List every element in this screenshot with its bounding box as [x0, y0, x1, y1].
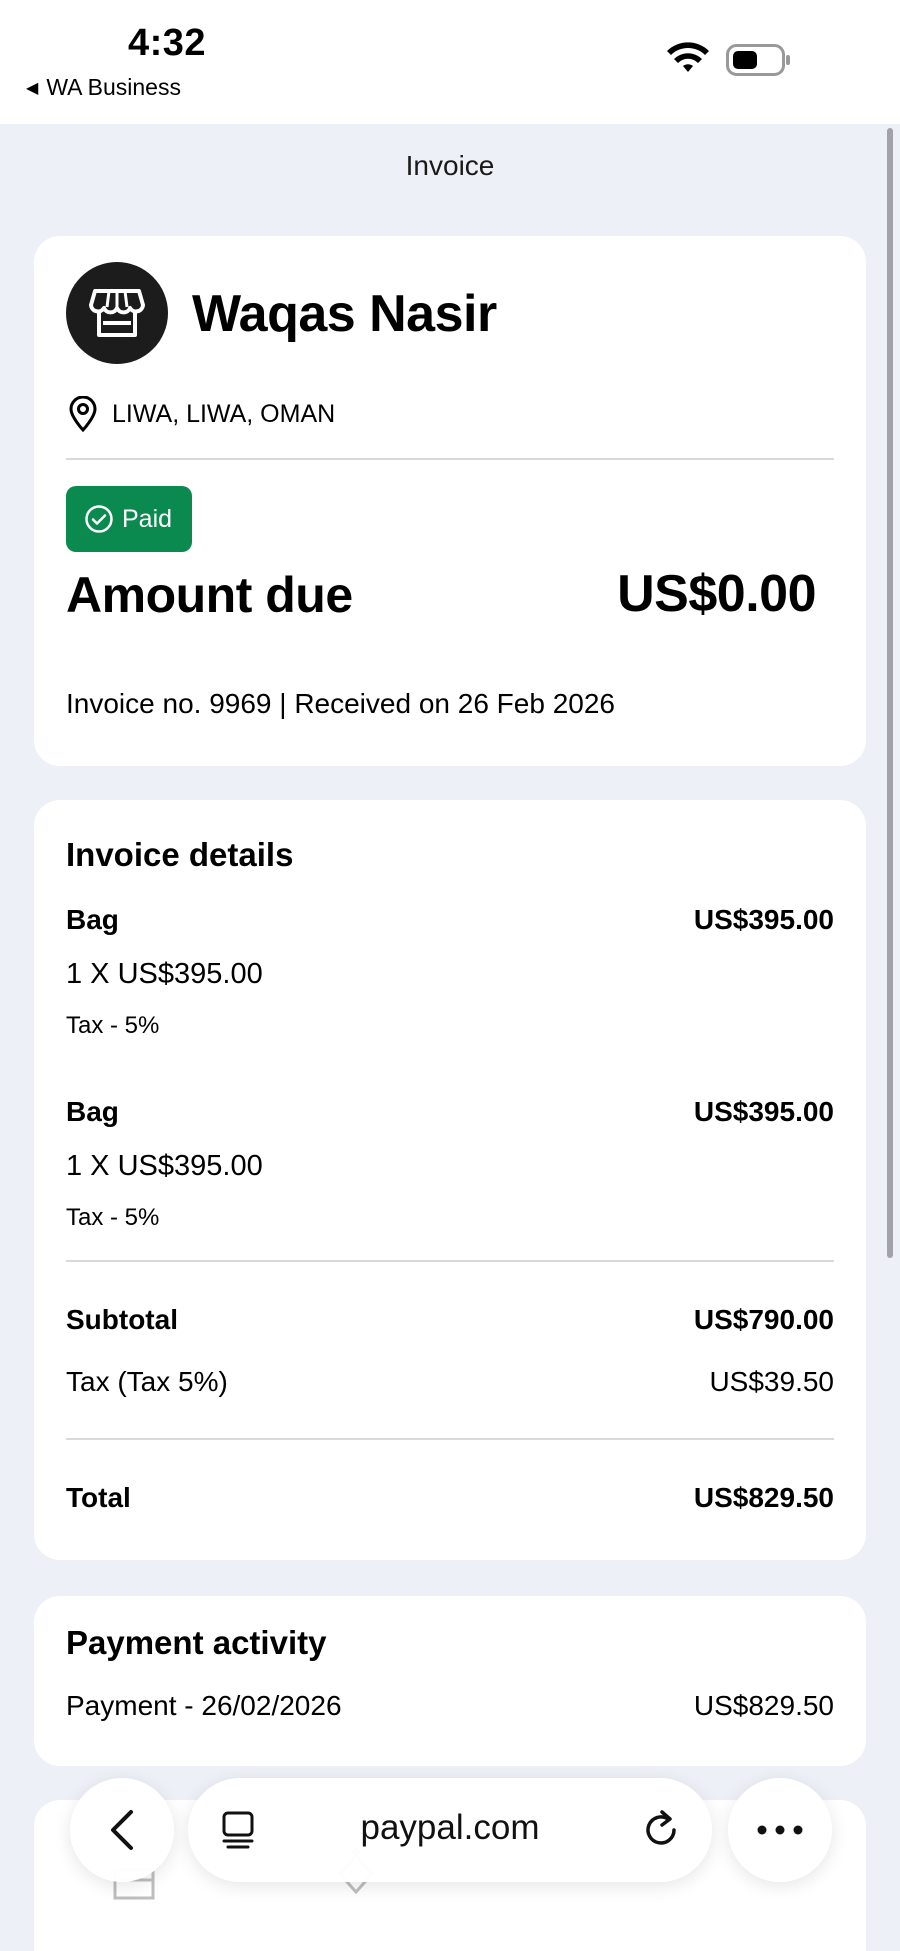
more-options-button[interactable] [728, 1778, 832, 1882]
merchant-location: LIWA, LIWA, OMAN [68, 396, 335, 432]
item-price: US$395.00 [693, 904, 834, 935]
item-name: Bag [66, 1096, 119, 1127]
subtotal-row: Subtotal US$790.00 [66, 1304, 834, 1336]
page-title: Invoice [405, 150, 495, 181]
line-item: Bag US$395.00 [66, 1096, 834, 1128]
item-tax-row: Tax - 5% [66, 1012, 834, 1040]
line-item: Bag US$395.00 [66, 904, 834, 936]
browser-toolbar: paypal.com [0, 1762, 900, 1902]
tax-value: US$39.50 [709, 1366, 834, 1397]
item-tax: Tax - 5% [66, 1012, 160, 1039]
store-icon [89, 289, 145, 337]
battery-icon [726, 44, 790, 76]
chevron-left-icon [111, 1810, 133, 1850]
payment-activity-card: Payment activity Payment - 26/02/2026 US… [34, 1596, 866, 1766]
invoice-details-card: Invoice details Bag US$395.00 1 X US$395… [34, 800, 866, 1560]
merchant-name: Waqas Nasir [192, 285, 497, 343]
reload-icon[interactable] [642, 1808, 682, 1850]
back-app-label: WA Business [46, 74, 181, 100]
item-name: Bag [66, 904, 119, 935]
invoice-details-title: Invoice details [66, 836, 294, 873]
scrollbar[interactable] [887, 128, 893, 1258]
item-tax-row: Tax - 5% [66, 1204, 834, 1232]
status-badge-label: Paid [122, 504, 173, 533]
more-dots-icon [757, 1825, 803, 1835]
item-qty: 1 X US$395.00 [66, 958, 263, 990]
item-qty: 1 X US$395.00 [66, 1150, 263, 1182]
payment-value: US$829.50 [693, 1690, 834, 1721]
payment-row: Payment - 26/02/2026 US$829.50 [66, 1690, 834, 1722]
back-to-app-link[interactable]: ◀ WA Business [26, 74, 181, 101]
amount-due-label: Amount due [66, 567, 353, 623]
item-tax: Tax - 5% [66, 1204, 160, 1231]
tax-label: Tax (Tax 5%) [66, 1366, 228, 1397]
divider [66, 1260, 834, 1262]
invoice-meta: Invoice no. 9969 | Received on 26 Feb 20… [66, 688, 615, 719]
address-bar[interactable]: paypal.com [188, 1778, 712, 1882]
item-price: US$395.00 [693, 1096, 834, 1127]
check-circle-icon [85, 505, 113, 533]
status-bar: 4:32 ◀ WA Business [0, 0, 900, 124]
total-row: Total US$829.50 [66, 1482, 834, 1514]
subtotal-value: US$790.00 [693, 1304, 834, 1335]
location-text: LIWA, LIWA, OMAN [112, 399, 336, 428]
status-badge: Paid [66, 486, 192, 552]
merchant-card: Waqas Nasir LIWA, LIWA, OMAN Paid Amount… [34, 236, 866, 766]
tax-row: Tax (Tax 5%) US$39.50 [66, 1366, 834, 1398]
back-triangle-icon: ◀ [26, 79, 39, 97]
divider [66, 1438, 834, 1440]
total-value: US$829.50 [693, 1482, 834, 1513]
item-qty-row: 1 X US$395.00 [66, 1150, 834, 1183]
amount-due-value: US$0.00 [617, 565, 816, 623]
browser-back-button[interactable] [70, 1778, 174, 1882]
divider [66, 458, 834, 460]
total-label: Total [66, 1482, 131, 1513]
item-qty-row: 1 X US$395.00 [66, 958, 834, 991]
wifi-icon [667, 42, 709, 72]
subtotal-label: Subtotal [66, 1304, 178, 1335]
location-pin-icon [69, 396, 97, 432]
avatar [66, 262, 168, 364]
status-time: 4:32 [128, 22, 207, 64]
payment-activity-title: Payment activity [66, 1624, 327, 1661]
url-text[interactable]: paypal.com [188, 1808, 712, 1848]
payment-label: Payment - 26/02/2026 [66, 1690, 342, 1721]
